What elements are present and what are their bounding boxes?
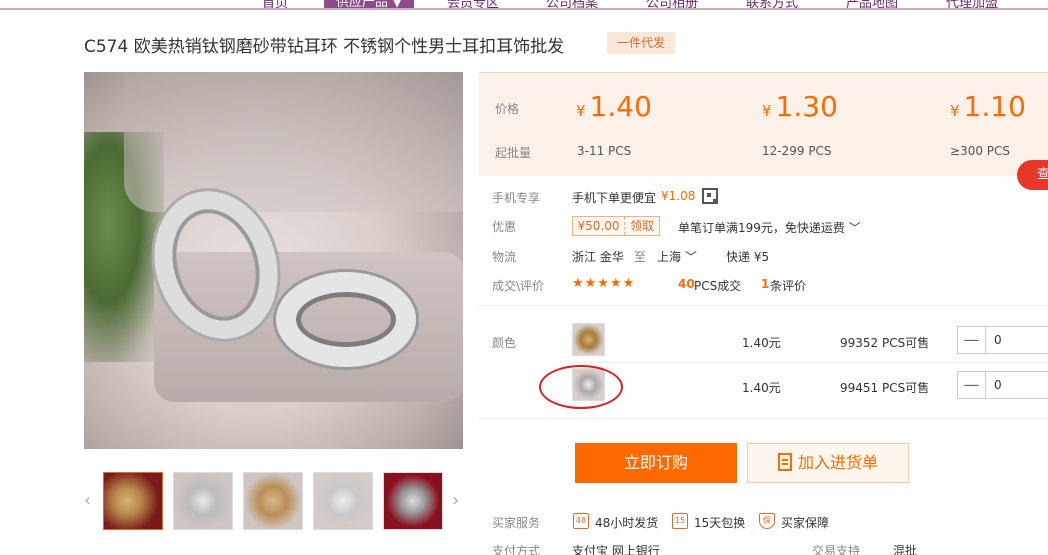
service-guarantee[interactable]: 买家保障	[781, 514, 829, 531]
shipping-fee: 快递 ¥5	[726, 250, 770, 264]
tier-moq-3: ≥300 PCS	[950, 144, 1011, 158]
nav-company[interactable]: 公司档案	[546, 0, 598, 8]
cart-list-icon	[777, 453, 792, 471]
thumbnail-3[interactable]	[243, 472, 303, 530]
coupon-button[interactable]: ¥50.00 领取	[572, 216, 660, 236]
quantity-stepper-2[interactable]: — 0	[957, 371, 1048, 399]
nav-album[interactable]: 公司相册	[646, 0, 698, 8]
promo-text[interactable]: 单笔订单满199元，免快递运费 ﹀	[678, 219, 861, 236]
product-title: C574 欧美热销钛钢磨砂带钻耳环 不锈钢个性男士耳扣耳饰批发	[84, 37, 565, 57]
thumb-prev-icon[interactable]: ‹	[84, 490, 91, 511]
minus-button[interactable]: —	[958, 327, 986, 353]
destination-select[interactable]: 上海 ﹀	[657, 248, 697, 265]
service-15day[interactable]: 15天包换	[694, 514, 745, 531]
mobile-text[interactable]: 手机下单更便宜	[572, 189, 656, 206]
mobile-price: ¥1.08	[661, 189, 696, 203]
deals-unit: PCS成交	[694, 279, 742, 293]
thumbnail-2[interactable]	[173, 472, 233, 530]
trade-value: 混批	[893, 544, 918, 555]
payment-label: 支付方式	[492, 544, 541, 555]
48h-shipping-icon: 48	[573, 513, 589, 529]
sku-divider	[572, 362, 1048, 363]
thumb-next-icon[interactable]: ›	[452, 490, 459, 511]
payment-methods: 支付宝 网上银行	[572, 544, 660, 555]
sku-price-2: 1.40元	[742, 381, 781, 395]
deals-count[interactable]: 40	[678, 277, 695, 291]
mobile-label: 手机专享	[492, 191, 541, 205]
nav-home[interactable]: 首页	[262, 0, 288, 8]
quantity-stepper-1[interactable]: — 0	[957, 326, 1048, 354]
logistics-label: 物流	[492, 250, 517, 264]
reviews-unit: 条评价	[770, 279, 807, 293]
nav-products[interactable]: 供应产品 ▼	[324, 0, 415, 8]
earring-right	[276, 272, 416, 367]
price-panel	[479, 72, 1048, 176]
nav-agent[interactable]: 代理加盟	[946, 0, 998, 8]
origin: 浙江 金华	[572, 250, 624, 264]
add-to-cart-button[interactable]: 加入进货单	[747, 443, 909, 483]
tier-price-1: ¥1.40	[576, 90, 652, 123]
thumbnail-4[interactable]	[313, 472, 373, 530]
service-48h[interactable]: 48小时发货	[595, 514, 658, 531]
minus-button[interactable]: —	[958, 372, 986, 398]
top-nav: 首页 供应产品 ▼ 会员专区 公司档案 公司相册 联系方式 产品地图 代理加盟	[0, 0, 1048, 10]
sku-stock-1: 99352 PCS可售	[840, 336, 930, 350]
to-text: 至	[634, 250, 647, 264]
buy-now-button[interactable]: 立即订购	[575, 443, 737, 483]
deals-label: 成交\评价	[492, 279, 545, 293]
sku-price-1: 1.40元	[742, 336, 781, 350]
box-lid	[124, 72, 463, 212]
highlight-circle	[539, 365, 623, 409]
thumbnail-5[interactable]	[383, 472, 443, 530]
moq-label: 起批量	[495, 146, 532, 160]
tier-moq-1: 3-11 PCS	[577, 144, 632, 158]
15day-exchange-icon: 15	[672, 513, 688, 529]
quantity-input[interactable]: 0	[994, 372, 1002, 398]
shield-icon: 保	[759, 513, 775, 529]
tier-moq-2: 12-299 PCS	[762, 144, 832, 158]
divider	[479, 305, 1048, 306]
promo-label: 优惠	[492, 220, 517, 234]
nav-members[interactable]: 会员专区	[447, 0, 499, 8]
search-button[interactable]: 查	[1017, 160, 1048, 190]
thumbnail-1[interactable]	[103, 472, 163, 530]
price-label: 价格	[495, 102, 520, 116]
product-main-image[interactable]	[84, 72, 463, 449]
nav-contact[interactable]: 联系方式	[746, 0, 798, 8]
trade-label: 交易支持	[812, 544, 861, 555]
qrcode-icon[interactable]	[702, 188, 718, 204]
tier-price-3: ¥1.10	[950, 90, 1026, 123]
rating-stars: ★★★★★	[572, 276, 636, 291]
reviews-count[interactable]: 1	[761, 277, 769, 291]
services-label: 买家服务	[492, 516, 541, 530]
quantity-input[interactable]: 0	[994, 327, 1002, 353]
tier-price-2: ¥1.30	[762, 90, 838, 123]
sku-stock-2: 99451 PCS可售	[840, 381, 930, 395]
dropship-tag: 一件代发	[607, 32, 675, 54]
sku-thumb-gold[interactable]	[572, 323, 605, 356]
divider	[479, 418, 1048, 419]
color-label: 颜色	[492, 336, 517, 350]
nav-map[interactable]: 产品地图	[846, 0, 898, 8]
